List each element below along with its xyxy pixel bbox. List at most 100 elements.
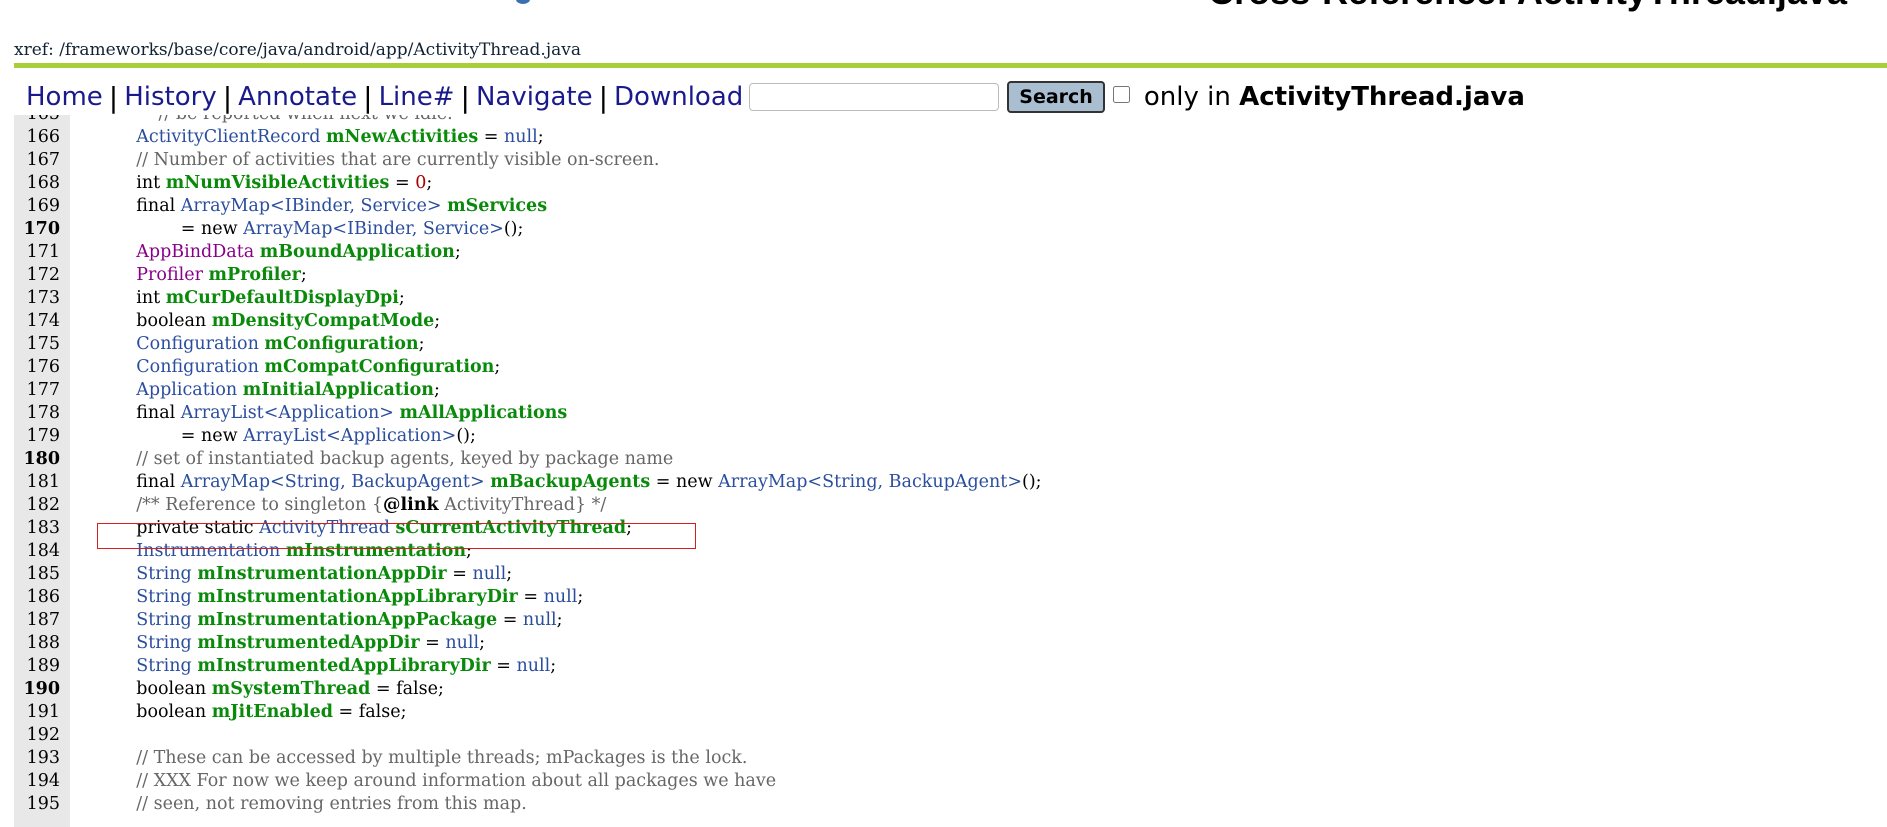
type-name[interactable]: ActivityClientRecord xyxy=(136,127,320,147)
code-token: ; xyxy=(454,242,461,262)
nav-line-numbers-link[interactable]: Line# xyxy=(379,82,455,112)
line-number[interactable]: 167 xyxy=(14,149,60,172)
line-number[interactable]: 191 xyxy=(14,701,60,724)
code-token: @link xyxy=(382,495,439,515)
line-number[interactable]: 171 xyxy=(14,241,60,264)
code-text: AppBindData mBoundApplication; xyxy=(114,241,461,264)
line-number[interactable]: 184 xyxy=(14,540,60,563)
code-line: 173 int mCurDefaultDisplayDpi; xyxy=(14,287,1887,310)
code-text: String mInstrumentationAppPackage = null… xyxy=(114,609,563,632)
type-name[interactable]: Application xyxy=(136,380,237,400)
code-text: Configuration mCompatConfiguration; xyxy=(114,356,500,379)
field-name[interactable]: mConfiguration xyxy=(264,334,418,354)
line-number[interactable]: 185 xyxy=(14,563,60,586)
code-token: = xyxy=(517,587,544,607)
field-name[interactable]: mCompatConfiguration xyxy=(264,357,494,377)
nav-navigate-link[interactable]: Navigate xyxy=(476,82,593,112)
type-name[interactable]: String xyxy=(136,656,191,676)
line-number[interactable]: 193 xyxy=(14,747,60,770)
nav-annotate-link[interactable]: Annotate xyxy=(238,82,357,112)
nav-history-link[interactable]: History xyxy=(124,82,217,112)
line-number[interactable]: 177 xyxy=(14,379,60,402)
code-line: 191 boolean mJitEnabled = false; xyxy=(14,701,1887,724)
code-line: 189 String mInstrumentedAppLibraryDir = … xyxy=(14,655,1887,678)
nav-download-link[interactable]: Download xyxy=(614,82,743,112)
field-name[interactable]: mNumVisibleActivities xyxy=(166,173,390,193)
line-number[interactable]: 187 xyxy=(14,609,60,632)
line-number[interactable]: 168 xyxy=(14,172,60,195)
code-token: ; xyxy=(556,610,563,630)
line-number[interactable]: 169 xyxy=(14,195,60,218)
type-name[interactable]: ArrayMap<String, BackupAgent> xyxy=(718,472,1022,492)
search-input[interactable] xyxy=(749,83,1000,111)
type-name[interactable]: Configuration xyxy=(136,334,259,354)
type-name[interactable]: String xyxy=(136,587,191,607)
code-line: 192 xyxy=(14,724,1887,747)
line-number[interactable]: 179 xyxy=(14,425,60,448)
line-number[interactable]: 181 xyxy=(14,471,60,494)
line-number[interactable]: 186 xyxy=(14,586,60,609)
line-number[interactable]: 170 xyxy=(14,218,60,241)
field-name[interactable]: mJitEnabled xyxy=(212,702,333,722)
code-text: String mInstrumentedAppLibraryDir = null… xyxy=(114,655,556,678)
type-name[interactable]: String xyxy=(136,610,191,630)
type-name[interactable]: ArrayList<Application> xyxy=(243,426,456,446)
type-name[interactable]: String xyxy=(136,564,191,584)
code-line: 168 int mNumVisibleActivities = 0; xyxy=(14,172,1887,195)
field-name[interactable]: mDensityCompatMode xyxy=(212,311,435,331)
nav-home-link[interactable]: Home xyxy=(26,82,103,112)
code-token: = new xyxy=(650,472,719,492)
type-name[interactable]: ArrayList<Application> xyxy=(181,403,394,423)
type-name[interactable]: Profiler xyxy=(136,265,203,285)
line-number[interactable]: 194 xyxy=(14,770,60,793)
line-number[interactable]: 172 xyxy=(14,264,60,287)
line-number[interactable]: 178 xyxy=(14,402,60,425)
line-number[interactable]: 175 xyxy=(14,333,60,356)
code-comment: /** Reference to singleton { xyxy=(114,495,383,515)
field-name[interactable]: mServices xyxy=(447,196,547,216)
field-name[interactable]: mBackupAgents xyxy=(490,472,650,492)
field-name[interactable]: mProfiler xyxy=(209,265,301,285)
line-number[interactable]: 182 xyxy=(14,494,60,517)
field-name[interactable]: mCurDefaultDisplayDpi xyxy=(166,288,399,308)
field-name[interactable]: mBoundApplication xyxy=(260,242,455,262)
search-button[interactable]: Search xyxy=(1007,81,1105,113)
type-name[interactable]: ArrayMap<IBinder, Service> xyxy=(243,219,504,239)
line-number[interactable]: 173 xyxy=(14,287,60,310)
code-text: String mInstrumentedAppDir = null; xyxy=(114,632,485,655)
line-number[interactable]: 190 xyxy=(14,678,60,701)
code-line: 166 ActivityClientRecord mNewActivities … xyxy=(14,126,1887,149)
line-number[interactable]: 183 xyxy=(14,517,60,540)
field-name[interactable]: mNewActivities xyxy=(326,127,478,147)
code-text: int mCurDefaultDisplayDpi; xyxy=(114,287,405,310)
line-number[interactable]: 166 xyxy=(14,126,60,149)
field-name[interactable]: mInstrumentationAppPackage xyxy=(197,610,497,630)
type-name[interactable]: AppBindData xyxy=(136,242,254,262)
code-token: null xyxy=(543,587,578,607)
field-name[interactable]: mInstrumentedAppDir xyxy=(197,633,419,653)
line-number[interactable]: 189 xyxy=(14,655,60,678)
line-number[interactable]: 165 xyxy=(14,115,60,126)
type-name[interactable]: ArrayMap<IBinder, Service> xyxy=(181,196,442,216)
field-name[interactable]: mAllApplications xyxy=(400,403,568,423)
line-number[interactable]: 195 xyxy=(14,793,60,816)
type-name[interactable]: String xyxy=(136,633,191,653)
only-in-file-checkbox[interactable] xyxy=(1112,86,1130,103)
field-name[interactable]: mSystemThread xyxy=(212,679,371,699)
line-number[interactable]: 174 xyxy=(14,310,60,333)
line-number[interactable]: 192 xyxy=(14,724,60,747)
field-name[interactable]: mInstrumentationAppDir xyxy=(197,564,446,584)
header-divider xyxy=(14,63,1887,68)
code-token: = xyxy=(490,656,517,676)
field-name[interactable]: mInstrumentedAppLibraryDir xyxy=(197,656,490,676)
field-name[interactable]: mInitialApplication xyxy=(243,380,434,400)
field-name[interactable]: mInstrumentationAppLibraryDir xyxy=(197,587,517,607)
line-number[interactable]: 188 xyxy=(14,632,60,655)
line-number[interactable]: 180 xyxy=(14,448,60,471)
line-number[interactable]: 176 xyxy=(14,356,60,379)
type-name[interactable]: Configuration xyxy=(136,357,259,377)
type-name[interactable]: ArrayMap<String, BackupAgent> xyxy=(181,472,485,492)
code-line: 181 final ArrayMap<String, BackupAgent> … xyxy=(14,471,1887,494)
